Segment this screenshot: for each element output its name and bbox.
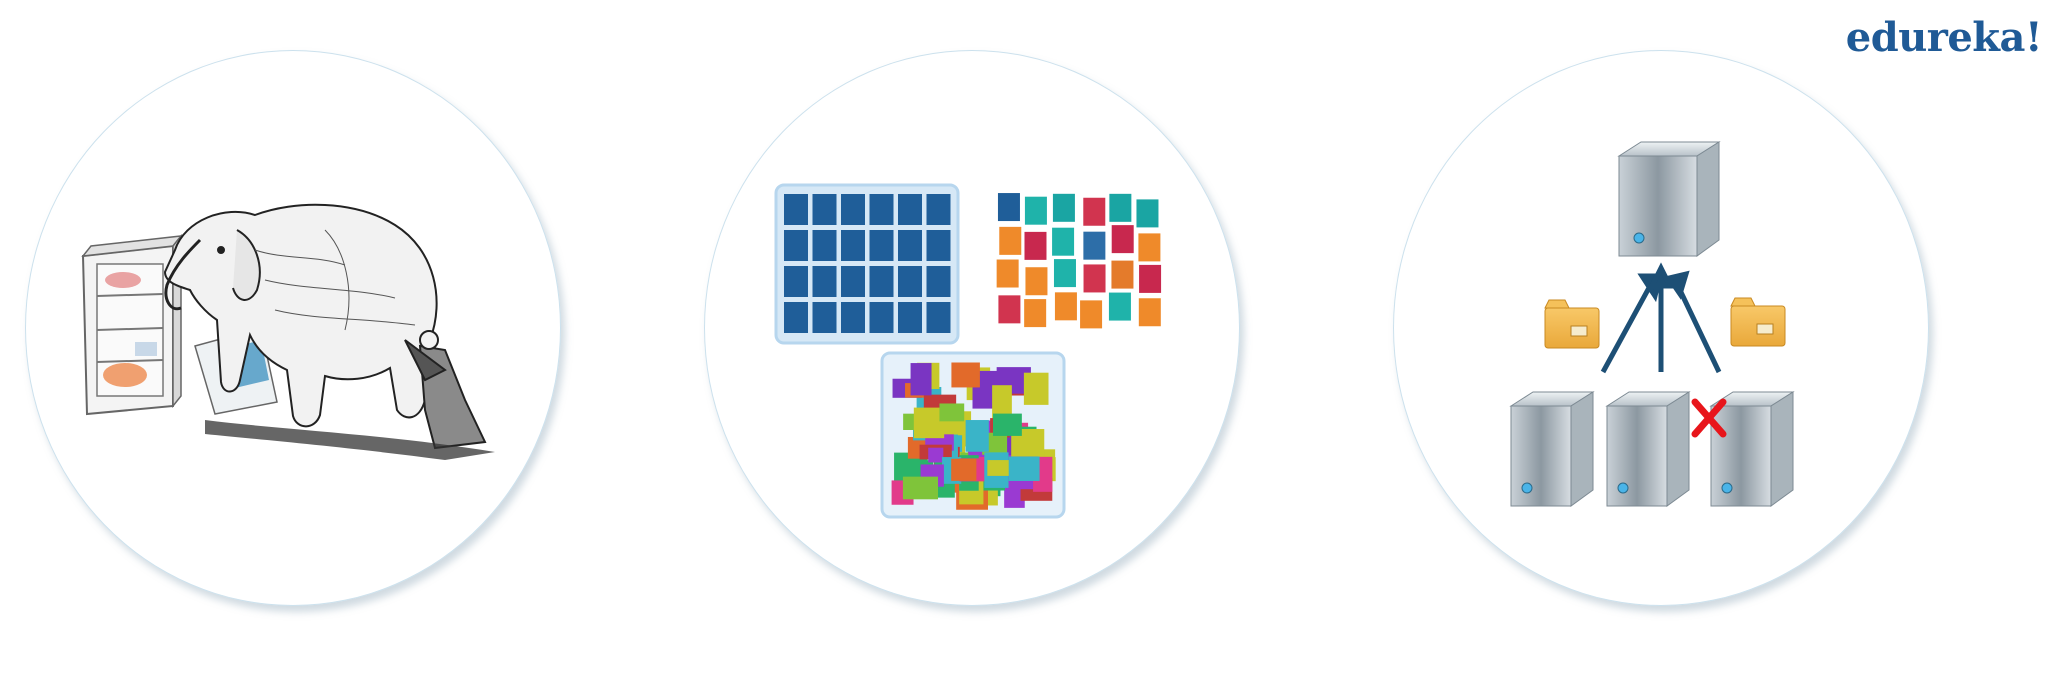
grid-cell [869,230,894,261]
server-icon [1709,391,1795,507]
server-icon [1509,391,1595,507]
semi-cell [1138,233,1161,262]
panel-server-cluster [1393,50,1929,606]
grid-cell [926,194,951,225]
semi-cell [1136,199,1159,228]
grid-cell [812,302,837,333]
semi-cell [1080,300,1103,329]
grid-cell [841,302,865,333]
grid-cell [898,194,922,225]
grid-cell [898,302,922,333]
unstructured-data-grid [880,351,1066,519]
grid-cell [784,302,808,333]
semi-cell [1108,292,1131,321]
folder-icon [1730,297,1786,347]
semi-cell [1024,299,1047,328]
elephant-icon [163,203,438,428]
chaos-block [910,363,932,396]
semi-structured-data-grid [996,193,1162,329]
structured-data-grid [774,183,960,345]
chaos-block [1023,372,1049,405]
semi-cell [1054,292,1077,321]
semi-cell [998,295,1021,324]
server-icon [1617,141,1721,257]
elephant-fridge-illustration [81,203,495,460]
panel-data-types [704,50,1240,606]
chaos-block [939,403,965,422]
grid-cell [784,230,808,261]
semi-cell [1111,225,1134,254]
chaos-block [951,362,980,388]
grid-cell [869,302,894,333]
grid-cell [784,194,808,225]
chaos-block [951,458,977,481]
data-blocks-illustration [774,183,1162,519]
chaos-block [993,413,1022,436]
semi-cell [1083,197,1106,226]
grid-cell [926,302,951,333]
grid-cell [869,194,894,225]
grid-cell [926,230,951,261]
grid-cell [841,266,865,297]
chaos-block [902,476,939,500]
semi-cell [1052,193,1075,222]
grid-cell [926,266,951,297]
semi-cell [1083,264,1106,293]
semi-cell [999,226,1022,255]
chaos-block [1008,456,1040,481]
grid-cell [898,230,922,261]
semi-cell [1139,264,1162,293]
grid-cell [841,230,865,261]
semi-cell [1109,193,1132,222]
semi-cell [997,193,1020,222]
server-icon [1605,391,1691,507]
grid-cell [869,266,894,297]
semi-cell [1052,227,1075,256]
grid-cell [812,266,837,297]
semi-cell [1024,196,1047,225]
semi-cell [1111,260,1134,289]
chaos-block [928,447,944,463]
semi-cell [1083,231,1106,260]
folder-icon [1544,299,1600,349]
grid-cell [784,266,808,297]
semi-cell [1053,259,1076,288]
semi-cell [1025,267,1048,296]
chaos-block [965,420,989,452]
semi-cell [1138,298,1161,327]
grid-cell [812,194,837,225]
semi-cell [1024,231,1047,260]
grid-cell [812,230,837,261]
panel-elephant-fridge [25,50,561,606]
grid-cell [841,194,865,225]
server-cluster-illustration [1509,141,1795,507]
arrow-icons [1600,262,1722,374]
grid-cell [898,266,922,297]
semi-cell [996,259,1019,288]
